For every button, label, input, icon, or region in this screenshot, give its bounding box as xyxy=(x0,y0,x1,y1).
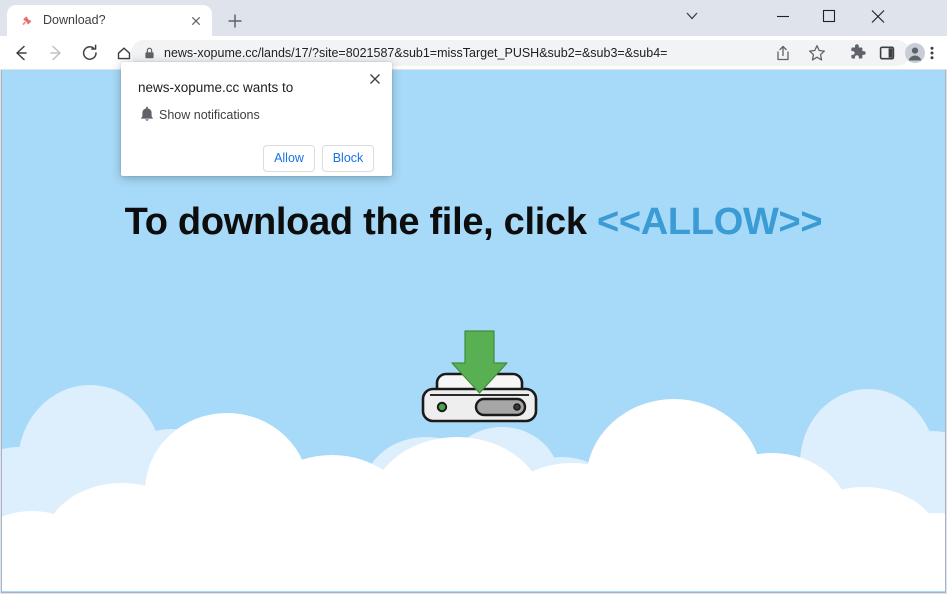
share-icon[interactable] xyxy=(771,41,795,65)
browser-tab[interactable]: Download? xyxy=(7,5,212,36)
side-panel-icon[interactable] xyxy=(875,41,899,65)
block-button[interactable]: Block xyxy=(322,145,374,172)
lock-icon[interactable] xyxy=(143,46,156,60)
dialog-close-icon[interactable] xyxy=(364,68,386,90)
allow-button[interactable]: Allow xyxy=(263,145,315,172)
new-tab-button[interactable] xyxy=(222,8,248,34)
notification-permission-dialog: news-xopume.cc wants to Show notificatio… xyxy=(121,62,392,176)
forward-button[interactable] xyxy=(42,39,70,67)
download-to-drive-icon xyxy=(397,325,562,435)
window-close-button[interactable] xyxy=(852,0,904,32)
maximize-button[interactable] xyxy=(806,0,852,32)
extensions-puzzle-icon[interactable] xyxy=(845,41,869,65)
page-title: To download the file, click <<ALLOW>> xyxy=(2,201,945,244)
tab-strip: Download? xyxy=(0,0,947,36)
back-button[interactable] xyxy=(7,39,35,67)
tab-title: Download? xyxy=(43,13,106,27)
minimize-button[interactable] xyxy=(760,0,806,32)
bell-icon xyxy=(139,106,155,124)
dialog-option-label: Show notifications xyxy=(159,108,260,122)
reload-button[interactable] xyxy=(76,39,104,67)
url-text: news-xopume.cc/lands/17/?site=8021587&su… xyxy=(164,46,668,60)
three-dot-menu-icon[interactable] xyxy=(924,41,940,65)
headline-prefix: To download the file, click xyxy=(124,201,597,243)
bookmark-star-icon[interactable] xyxy=(805,41,829,65)
tab-close-icon[interactable] xyxy=(188,13,204,29)
dialog-title: news-xopume.cc wants to xyxy=(138,80,294,95)
headline-accent: <<ALLOW>> xyxy=(596,201,823,243)
tab-search-button[interactable] xyxy=(669,0,715,32)
browser-window: Download? news-xopume.cc/lands/17/?site=… xyxy=(0,0,947,594)
page-favicon xyxy=(19,13,35,29)
